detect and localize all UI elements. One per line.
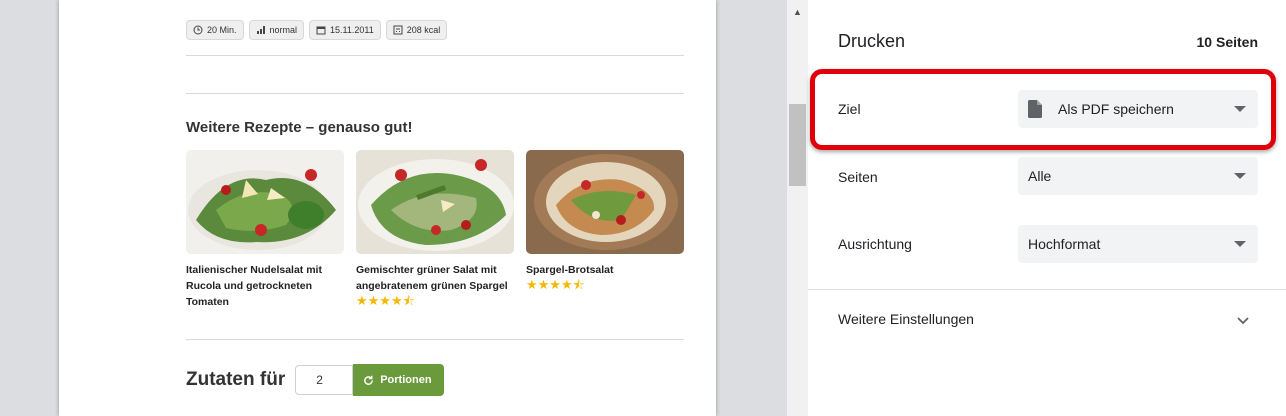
meta-text: 15.11.2011 <box>330 25 374 35</box>
portions-button[interactable]: Portionen <box>353 364 444 396</box>
bars-icon <box>256 26 265 34</box>
recipe-title[interactable]: Italienischer Nudelsalat mit Rucola und … <box>186 262 344 310</box>
ingredients-label: Zutaten für <box>186 369 286 390</box>
recipe-card[interactable]: Gemischter grüner Salat mit angebratenem… <box>356 150 514 310</box>
clock-icon <box>193 25 203 35</box>
rating-stars: ★★★★⯪ <box>526 277 585 292</box>
meta-text: normal <box>269 25 298 35</box>
preview-page: 20 Min. normal 15.11.2011 208 kcal Weite… <box>59 0 716 416</box>
panel-divider <box>808 289 1286 290</box>
calc-icon <box>393 25 403 35</box>
pages-value: Alle <box>1028 168 1052 184</box>
recipe-title[interactable]: Gemischter grüner Salat mit angebratenem… <box>356 262 514 294</box>
divider <box>186 93 684 94</box>
rating-stars: ★★★★⯪ <box>356 293 415 308</box>
recipe-photo[interactable] <box>356 150 514 254</box>
scroll-up-arrow-icon[interactable]: ▲ <box>787 0 808 24</box>
recipe-photo[interactable] <box>526 150 684 254</box>
recipe-title[interactable]: Spargel-Brotsalat <box>526 262 684 278</box>
more-settings-toggle[interactable]: Weitere Einstellungen <box>838 311 974 327</box>
portions-button-label: Portionen <box>380 374 432 386</box>
dropdown-caret-icon <box>1234 173 1246 179</box>
highlight-annotation <box>810 69 1276 150</box>
scroll-thumb[interactable] <box>789 104 806 186</box>
recipe-card[interactable]: Spargel-Brotsalat ★★★★⯪ <box>526 150 684 310</box>
portions-input[interactable]: 2 <box>295 365 354 395</box>
calendar-icon <box>316 26 326 35</box>
orientation-value: Hochformat <box>1028 236 1101 252</box>
pages-label: Seiten <box>838 169 878 185</box>
more-recipes-title: Weitere Rezepte – genauso gut! <box>186 119 413 136</box>
meta-badge-calories: 208 kcal <box>385 20 448 40</box>
pages-select[interactable]: Alle <box>1018 157 1258 195</box>
divider <box>186 339 684 340</box>
meta-text: 208 kcal <box>406 25 441 35</box>
chevron-down-icon[interactable] <box>1236 313 1250 327</box>
meta-badge-difficulty: normal <box>248 20 305 40</box>
orientation-select[interactable]: Hochformat <box>1018 225 1258 263</box>
print-preview-area: 20 Min. normal 15.11.2011 208 kcal Weite… <box>0 0 787 416</box>
dropdown-caret-icon <box>1234 241 1246 247</box>
preview-scrollbar[interactable]: ▲ <box>787 0 808 416</box>
meta-text: 20 Min. <box>207 25 237 35</box>
meta-badge-time: 20 Min. <box>186 20 244 40</box>
recipe-cards: Italienischer Nudelsalat mit Rucola und … <box>186 150 684 310</box>
recipe-meta-row: 20 Min. normal 15.11.2011 208 kcal <box>186 20 448 40</box>
print-settings-panel: Drucken 10 Seiten Ziel Als PDF speichern… <box>808 0 1286 416</box>
orientation-label: Ausrichtung <box>838 236 912 252</box>
recipe-photo[interactable] <box>186 150 344 254</box>
ingredients-portions: Zutaten für 2 Portionen <box>186 364 444 396</box>
recipe-card[interactable]: Italienischer Nudelsalat mit Rucola und … <box>186 150 344 310</box>
panel-title: Drucken <box>838 31 906 51</box>
sheet-count: 10 Seiten <box>1196 34 1258 50</box>
meta-badge-date: 15.11.2011 <box>309 20 381 40</box>
divider <box>186 55 684 56</box>
refresh-icon <box>364 375 374 385</box>
